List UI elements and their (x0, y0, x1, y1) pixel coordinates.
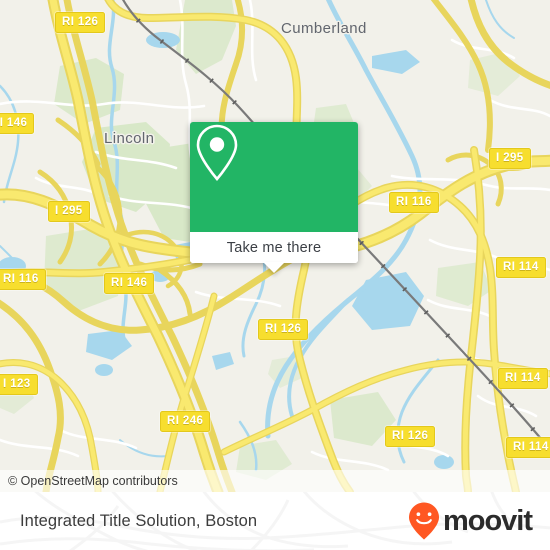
map-canvas[interactable]: Cumberland Lincoln RI 126 RI 146 I 295 R… (0, 0, 550, 492)
location-popup-card[interactable]: Take me there (190, 122, 358, 273)
map-attribution: © OpenStreetMap contributors (0, 470, 550, 492)
map-page: Cumberland Lincoln RI 126 RI 146 I 295 R… (0, 0, 550, 550)
take-me-there-button[interactable]: Take me there (190, 232, 358, 263)
attribution-text: © OpenStreetMap contributors (8, 474, 178, 488)
highway-shield-ri-114-upper[interactable]: RI 114 (496, 257, 546, 278)
highway-shield-i-295-left[interactable]: I 295 (48, 201, 90, 222)
footer-location-title: Integrated Title Solution, Boston (20, 511, 258, 530)
highway-shield-ri-146-left[interactable]: RI 146 (0, 113, 35, 134)
map-pin-icon (196, 124, 238, 181)
highway-shield-ri-116-left[interactable]: RI 116 (0, 269, 46, 290)
moovit-brand[interactable]: moovit (407, 501, 533, 541)
popup-pointer (263, 262, 285, 273)
moovit-wordmark: moovit (442, 504, 533, 537)
highway-shield-ri-116-right[interactable]: RI 116 (389, 192, 439, 213)
highway-shield-ri-114-lower[interactable]: RI 114 (506, 437, 550, 458)
highway-shield-ri-146-mid[interactable]: RI 146 (104, 273, 155, 294)
popup-header (190, 122, 358, 232)
highway-shield-ri-114-mid[interactable]: RI 114 (498, 368, 548, 389)
highway-shield-i-123[interactable]: I 123 (0, 374, 38, 395)
highway-shield-ri-126-mid[interactable]: RI 126 (258, 319, 309, 340)
highway-shield-ri-246[interactable]: RI 246 (160, 411, 211, 432)
footer-bar: Integrated Title Solution, Boston moovit (0, 492, 550, 550)
highway-shield-ri-126-north[interactable]: RI 126 (55, 12, 106, 33)
moovit-pin-smiley-icon (408, 502, 439, 540)
highway-shield-ri-126-south[interactable]: RI 126 (385, 426, 436, 447)
highway-shield-i-295-right[interactable]: I 295 (489, 148, 531, 169)
